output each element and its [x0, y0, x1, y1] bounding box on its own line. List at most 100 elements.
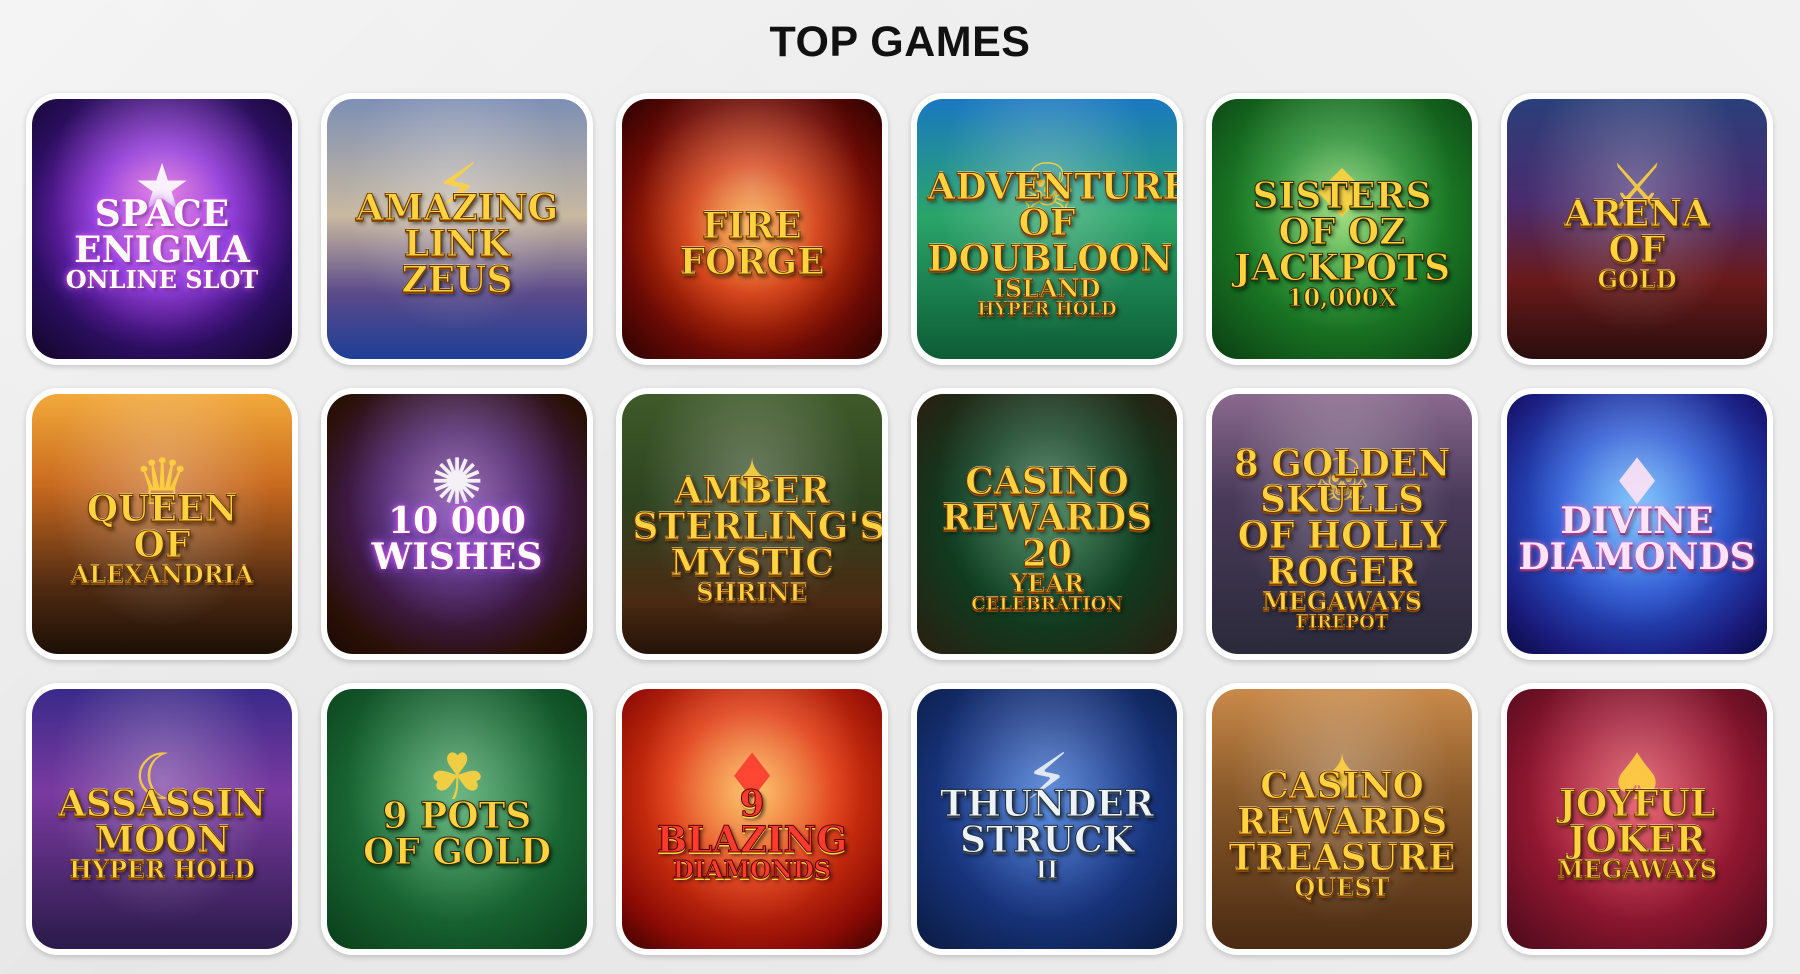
game-title-line: ADVENTURES OF [927, 166, 1177, 244]
game-title-line: CELEBRATION [971, 594, 1124, 615]
game-title-line: TREASURE [1228, 837, 1456, 879]
game-title-line: THUNDER [940, 783, 1155, 825]
game-title-line: SISTERS OF OZ [1252, 175, 1432, 253]
game-title-line: HYPER HOLD [977, 299, 1117, 320]
game-logo: ADVENTURES OFDOUBLOONISLANDHYPER HOLD [927, 139, 1177, 320]
game-title-line: OF [1608, 229, 1666, 271]
game-thumbnail: ✦ AMBER STERLING'S MYSTIC SHRINE [622, 394, 882, 654]
game-thumbnail: ⚔ ARENA OF GOLD [1507, 99, 1767, 359]
game-thumbnail: ☾ ASSASSIN MOON HYPER HOLD [32, 689, 292, 949]
game-title-line: ENIGMA [74, 229, 250, 271]
game-thumbnail: ★ SPACE ENIGMA ONLINE SLOT [32, 99, 292, 359]
game-title-line: 10 000 [388, 500, 526, 542]
game-title-line: ASSASSIN [57, 783, 267, 825]
game-title-line: FORGE [679, 241, 825, 283]
game-thumbnail: ◆ SISTERS OF OZ JACKPOTS 10,000X [1212, 99, 1472, 359]
game-logo: SPACE ENIGMA ONLINE SLOT [42, 166, 281, 292]
game-title-line: DIVINE [1560, 500, 1714, 542]
game-title-line: 20 [1021, 533, 1073, 575]
game-thumbnail: ⚡ THUNDER STRUCK II [917, 689, 1177, 949]
game-tile[interactable]: ☾ ASSASSIN MOON HYPER HOLD [26, 683, 298, 955]
page-title: TOP GAMES [769, 18, 1031, 66]
game-logo: 8 GOLDEN SKULLS OF HOLLY ROGER MEGAWAYS FIR… [1222, 416, 1461, 633]
game-title-line: ALEXANDRIA [70, 560, 254, 589]
game-tile[interactable]: ⚔ ARENA OF GOLD [1501, 93, 1773, 365]
game-logo: AMAZING LINK ZEUS [337, 160, 576, 301]
game-title-line: MOON [94, 819, 230, 861]
game-title-line: AMBER STERLING'S [632, 470, 882, 548]
game-tile[interactable]: ♦ 9 BLAZING DIAMONDS [616, 683, 888, 955]
game-tile[interactable]: ⚡ THUNDER STRUCK II [911, 683, 1183, 955]
game-thumbnail: CASINO REWARDS 20 YEAR CELEBRATION [917, 394, 1177, 654]
game-tile[interactable]: ☘ 9 POTS OF GOLD [321, 683, 593, 955]
game-tile[interactable]: ✺ 10 000 WISHES [321, 388, 593, 660]
game-tile[interactable]: ♠ JOYFUL JOKER MEGAWAYS [1501, 683, 1773, 955]
game-title-line: BLAZING [656, 819, 848, 861]
game-title-line: CASINO REWARDS [941, 461, 1153, 539]
game-title-line: ARENA [1563, 193, 1711, 235]
game-title-line: JOYFUL [1558, 783, 1716, 825]
game-logo: CASINO REWARDS 20 YEAR CELEBRATION [927, 434, 1166, 615]
game-title-line: 10,000X [1286, 283, 1398, 312]
game-title-line: QUEST [1294, 873, 1390, 902]
game-title-line: ZEUS [401, 259, 513, 301]
game-logo: QUEEN OF ALEXANDRIA [42, 461, 281, 589]
game-title-line: DIAMONDS [1518, 536, 1756, 578]
game-logo: 9 POTS OF GOLD [337, 768, 576, 873]
game-title-line: 9 [739, 783, 765, 825]
game-logo: CASINO REWARDS TREASURE QUEST [1222, 738, 1461, 902]
game-tile[interactable]: ✦ AMBER STERLING'S MYSTIC SHRINE [616, 388, 888, 660]
game-thumbnail: ♦ DIVINE DIAMONDS [1507, 394, 1767, 654]
game-title-line: HYPER HOLD [69, 855, 256, 884]
game-logo: SISTERS OF OZ JACKPOTS 10,000X [1222, 148, 1461, 312]
game-title-line: ONLINE SLOT [65, 265, 259, 294]
game-logo: FIRE FORGE [632, 178, 871, 283]
game-title-line: WISHES [371, 536, 543, 578]
game-logo: ARENA OF GOLD [1517, 166, 1756, 294]
game-thumbnail: ♦ 9 BLAZING DIAMONDS [622, 689, 882, 949]
game-thumbnail: ♛ QUEEN OF ALEXANDRIA [32, 394, 292, 654]
game-title-line: ISLAND [993, 274, 1101, 303]
game-title-line: 9 POTS [382, 795, 532, 837]
game-title-line: OF GOLD [362, 831, 552, 873]
game-tile[interactable]: ♦ DIVINE DIAMONDS [1501, 388, 1773, 660]
game-logo: ASSASSIN MOON HYPER HOLD [42, 756, 281, 884]
game-title-line: FIREPOT [1295, 612, 1389, 633]
game-tile[interactable]: ★ SPACE ENIGMA ONLINE SLOT [26, 93, 298, 365]
game-thumbnail: ♠ JOYFUL JOKER MEGAWAYS [1507, 689, 1767, 949]
game-title-line: MEGAWAYS [1261, 587, 1423, 616]
game-title-line: DOUBLOON [927, 238, 1173, 280]
game-thumbnail: FIRE FORGE [622, 99, 882, 359]
game-title-line: MYSTIC [670, 542, 835, 584]
game-title-line: 8 GOLDEN SKULLS [1233, 443, 1451, 521]
game-title-line: JOKER [1568, 819, 1706, 861]
game-title-line: GOLD [1597, 265, 1677, 294]
game-title-line: CASINO REWARDS [1236, 765, 1448, 843]
game-tile[interactable]: ◆ SISTERS OF OZ JACKPOTS 10,000X [1206, 93, 1478, 365]
game-logo: AMBER STERLING'S MYSTIC SHRINE [632, 443, 882, 607]
game-title-line: QUEEN [86, 488, 238, 530]
game-logo: THUNDER STRUCK II [927, 756, 1166, 884]
game-title-line: DIAMONDS [672, 855, 832, 884]
game-tile[interactable]: ♛ QUEEN OF ALEXANDRIA [26, 388, 298, 660]
game-thumbnail: ✦ CASINO REWARDS TREASURE QUEST [1212, 689, 1472, 949]
game-tile[interactable]: FIRE FORGE [616, 93, 888, 365]
game-title-line: MEGAWAYS [1556, 855, 1718, 884]
game-tile[interactable]: ✦ CASINO REWARDS TREASURE QUEST [1206, 683, 1478, 955]
game-title-line: SHRINE [696, 578, 808, 607]
game-tile[interactable]: CASINO REWARDS 20 YEAR CELEBRATION [911, 388, 1183, 660]
game-title-line: JACKPOTS [1233, 247, 1451, 289]
game-logo: 10 000 WISHES [337, 473, 576, 575]
game-logo: 9 BLAZING DIAMONDS [632, 756, 871, 884]
game-tile[interactable]: ☠ADVENTURES OFDOUBLOONISLANDHYPER HOLD [911, 93, 1183, 365]
game-thumbnail: ✺ 10 000 WISHES [327, 394, 587, 654]
game-thumbnail: ☠ 8 GOLDEN SKULLS OF HOLLY ROGER MEGAWAYS FI… [1212, 394, 1472, 654]
game-title-line: AMAZING LINK [355, 187, 559, 265]
game-thumbnail: ☠ADVENTURES OFDOUBLOONISLANDHYPER HOLD [917, 99, 1177, 359]
game-thumbnail: ☘ 9 POTS OF GOLD [327, 689, 587, 949]
game-title-line: FIRE [702, 205, 803, 247]
games-grid: ★ SPACE ENIGMA ONLINE SLOT ⚡ AMAZING LINK ZEUS… [26, 93, 1773, 955]
game-title-line: II [1035, 855, 1059, 884]
game-tile[interactable]: ☠ 8 GOLDEN SKULLS OF HOLLY ROGER MEGAWAYS FI… [1206, 388, 1478, 660]
game-tile[interactable]: ⚡ AMAZING LINK ZEUS [321, 93, 593, 365]
